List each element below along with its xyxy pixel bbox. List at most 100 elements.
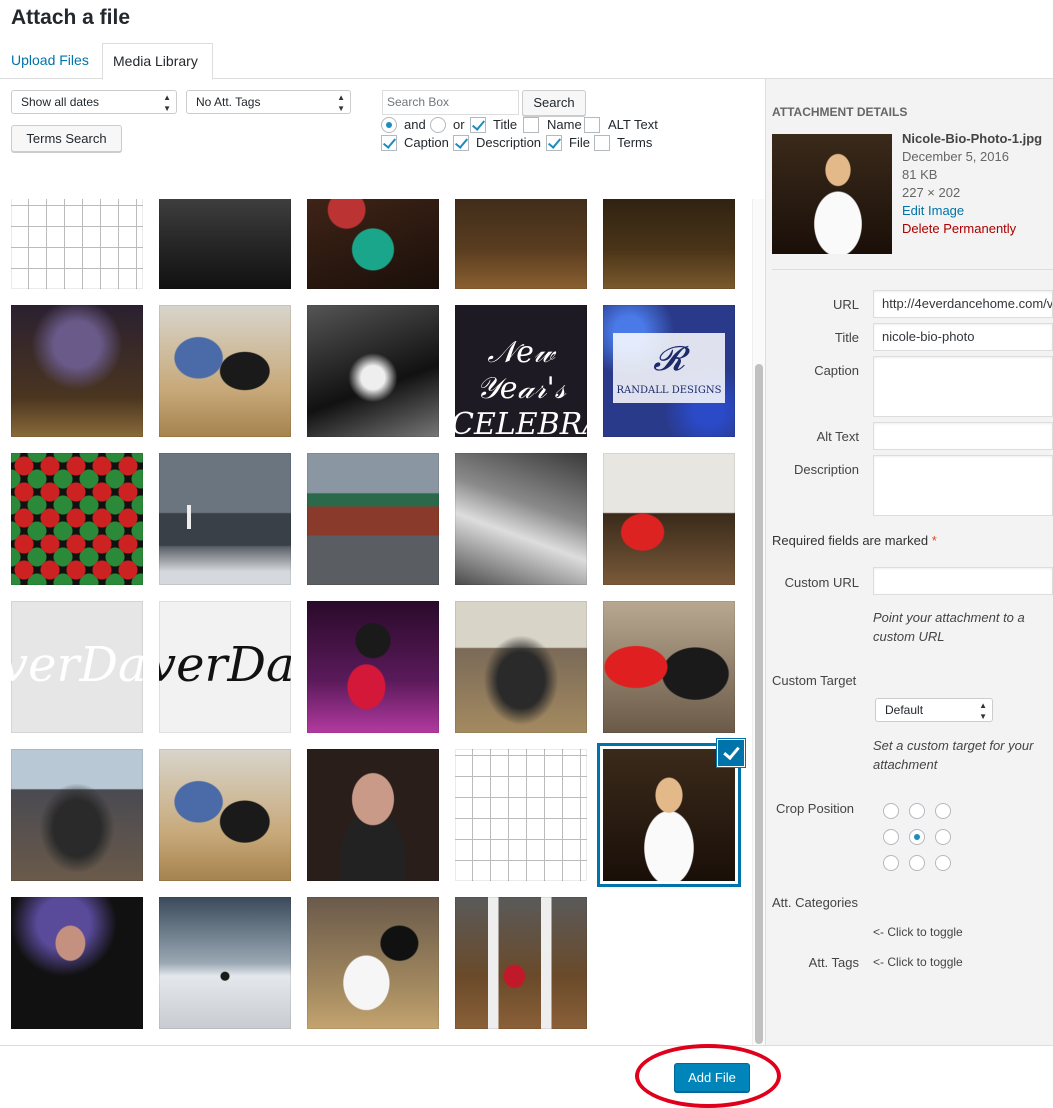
media-grid: 𝒩𝑒𝓌 𝒴𝑒𝒶𝓇'𝓈CELEBRATIO 𝓡 RANDALL DESIGNS v…	[0, 199, 752, 1045]
select-arrows-icon: ▲ ▼	[163, 93, 171, 113]
crop-radio-bottom-left[interactable]	[883, 855, 899, 871]
caption-label: Caption	[814, 363, 859, 378]
ugly-sweaters-thumb[interactable]	[11, 453, 143, 585]
title-option-label: Title	[493, 117, 518, 132]
att-categories-toggle[interactable]: <- Click to toggle	[873, 925, 963, 939]
description-label: Description	[793, 462, 859, 477]
custom-url-label: Custom URL	[784, 575, 859, 590]
tab-bar: Upload Files Media Library	[0, 43, 1053, 80]
forever-dance-logo-black-thumb[interactable]: verDa	[159, 601, 291, 733]
title-checkbox[interactable]	[470, 117, 486, 133]
ballroom-couple-thumb[interactable]	[455, 897, 587, 1029]
tab-media-library[interactable]: Media Library	[102, 43, 213, 80]
file-checkbox[interactable]	[546, 135, 562, 151]
url-field[interactable]: http://4everdancehome.com/v	[873, 290, 1053, 318]
attachment-details-heading: ATTACHMENT DETAILS	[772, 105, 908, 119]
modal-title: Attach a file	[11, 6, 131, 29]
delete-permanently-link[interactable]: Delete Permanently	[902, 221, 1016, 236]
attachment-preview-image	[772, 134, 892, 254]
dance-crowd-thumb[interactable]	[455, 601, 587, 733]
crop-radio-bottom-right[interactable]	[935, 855, 951, 871]
forever-dance-logo-white-thumb[interactable]: verDa	[11, 601, 143, 733]
red-dress-closeup-thumb[interactable]	[603, 601, 735, 733]
required-fields-text: Required fields are marked	[772, 533, 929, 548]
search-button[interactable]: Search	[522, 90, 586, 116]
attachment-filename: Nicole-Bio-Photo-1.jpg	[902, 131, 1043, 146]
calendar-thumb-2[interactable]	[455, 749, 587, 881]
and-label: and	[404, 117, 426, 132]
selected-check-icon[interactable]	[718, 740, 744, 766]
tag-filter-select[interactable]: No Att. Tags ▲ ▼	[186, 90, 351, 114]
title-field[interactable]: nicole-bio-photo	[873, 323, 1053, 351]
title-label: Title	[834, 330, 859, 345]
male-dancer-portrait-thumb[interactable]	[11, 897, 143, 1029]
crop-radio-middle-left[interactable]	[883, 829, 899, 845]
dancers-silhouette-thumb[interactable]	[11, 305, 143, 437]
modal-footer	[0, 1045, 1053, 1108]
search-input[interactable]: Search Box	[382, 90, 519, 115]
att-tags-toggle[interactable]: <- Click to toggle	[873, 955, 963, 969]
terms-checkbox[interactable]	[594, 135, 610, 151]
dancing-couple-thumb-2[interactable]	[159, 749, 291, 881]
dancers-green-dress-thumb[interactable]	[307, 199, 439, 289]
name-option-label: Name	[547, 117, 582, 132]
attachment-dimensions: 227 × 202	[902, 185, 961, 200]
date-filter-value: Show all dates	[21, 95, 100, 109]
and-radio[interactable]	[381, 117, 397, 133]
custom-target-select[interactable]: Default ▲ ▼	[875, 698, 993, 722]
grid-scrollbar[interactable]	[752, 199, 765, 1045]
dancing-couple-thumb[interactable]	[159, 305, 291, 437]
smiling-man-thumb[interactable]	[307, 749, 439, 881]
crop-radio-center[interactable]	[909, 829, 925, 845]
name-checkbox[interactable]	[523, 117, 539, 133]
dance-floor-dark-thumb-2[interactable]	[603, 199, 735, 289]
description-checkbox[interactable]	[453, 135, 469, 151]
new-years-eve-celebration-thumb[interactable]: 𝒩𝑒𝓌 𝒴𝑒𝒶𝓇'𝓈CELEBRATIO	[455, 305, 587, 437]
black-white-dancers-thumb[interactable]	[307, 305, 439, 437]
dance-floor-dark-thumb[interactable]	[455, 199, 587, 289]
att-categories-label: Att. Categories	[772, 895, 858, 910]
crop-radio-top-center[interactable]	[909, 803, 925, 819]
restaurant-exterior-thumb[interactable]	[307, 453, 439, 585]
party-dancers-thumb[interactable]	[11, 749, 143, 881]
crop-radio-top-left[interactable]	[883, 803, 899, 819]
caption-option-label: Caption	[404, 135, 449, 150]
scrollbar-thumb[interactable]	[755, 364, 763, 1044]
rainbow-tree-thumb[interactable]	[159, 897, 291, 1029]
details-divider	[772, 269, 1053, 270]
tab-upload-files[interactable]: Upload Files	[1, 43, 99, 79]
caption-field[interactable]	[873, 356, 1053, 417]
description-field[interactable]	[873, 455, 1053, 516]
attachment-size: 81 KB	[902, 167, 938, 182]
alt-text-label: Alt Text	[816, 429, 859, 444]
white-fringe-dancer-thumb[interactable]	[307, 897, 439, 1029]
terms-search-button[interactable]: Terms Search	[11, 125, 122, 152]
date-filter-select[interactable]: Show all dates ▲ ▼	[11, 90, 177, 114]
crop-radio-top-right[interactable]	[935, 803, 951, 819]
nicole-bio-photo-thumb[interactable]	[603, 749, 735, 881]
or-radio[interactable]	[430, 117, 446, 133]
calendar-thumb[interactable]	[11, 199, 143, 289]
alt-text-field[interactable]	[873, 422, 1053, 450]
randall-designs-thumb[interactable]: 𝓡 RANDALL DESIGNS	[603, 305, 735, 437]
edit-image-link[interactable]: Edit Image	[902, 203, 964, 218]
window-reflection-thumb[interactable]	[455, 453, 587, 585]
crop-radio-bottom-center[interactable]	[909, 855, 925, 871]
attachment-date: December 5, 2016	[902, 149, 1009, 164]
custom-target-help: Set a custom target for your attachment	[873, 738, 1034, 772]
dip-dance-thumb[interactable]	[307, 601, 439, 733]
annotation-circle	[635, 1044, 781, 1108]
dance-floor-thumb[interactable]	[159, 199, 291, 289]
select-arrows-icon: ▲ ▼	[337, 93, 345, 113]
description-option-label: Description	[476, 135, 542, 150]
alt-text-checkbox[interactable]	[584, 117, 600, 133]
crop-radio-middle-right[interactable]	[935, 829, 951, 845]
alt-text-option-label: ALT Text	[608, 117, 658, 132]
red-dress-dancers-thumb[interactable]	[603, 453, 735, 585]
caption-checkbox[interactable]	[381, 135, 397, 151]
custom-url-field[interactable]	[873, 567, 1053, 595]
file-option-label: File	[569, 135, 590, 150]
terms-option-label: Terms	[617, 135, 653, 150]
url-label: URL	[832, 297, 859, 312]
parking-lot-thumb[interactable]	[159, 453, 291, 585]
